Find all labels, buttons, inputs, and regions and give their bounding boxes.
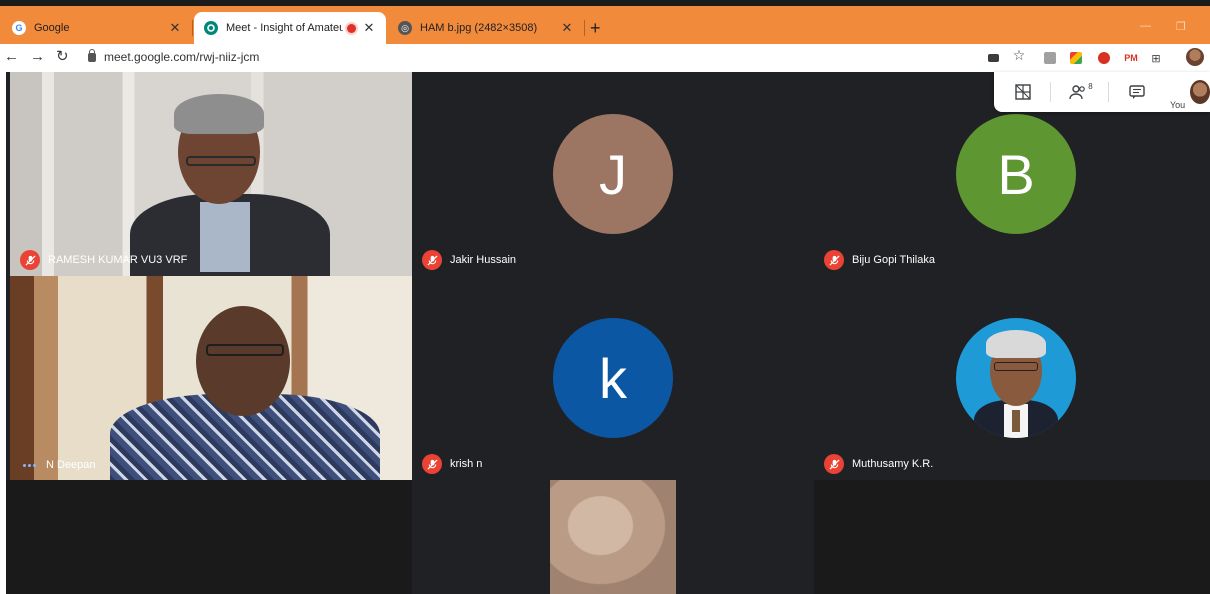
tab-separator <box>584 20 585 36</box>
participant-tile-muthusamy[interactable]: Muthusamy K.R. <box>814 276 1210 480</box>
mic-off-icon <box>824 454 844 474</box>
layout-grid-icon[interactable] <box>1012 82 1034 102</box>
tie <box>1012 410 1020 432</box>
person-hair <box>174 94 264 134</box>
participant-label: N Deepan <box>20 456 96 474</box>
participant-tile-ramesh[interactable]: RAMESH KUMAR VU3 VRF <box>10 72 412 276</box>
maximize-icon[interactable]: ❐ <box>1176 20 1186 33</box>
participant-tile-empty-right <box>814 480 1210 594</box>
shirt-collar <box>200 202 250 272</box>
address-bar: ← → ↻ meet.google.com/rwj-niiz-jcm ☆ PM … <box>0 44 1210 72</box>
mic-off-icon <box>824 250 844 270</box>
participant-tile-deepan[interactable]: N Deepan <box>10 276 412 480</box>
pm-ext-icon[interactable]: PM <box>1122 52 1140 64</box>
control-separator <box>1108 82 1109 102</box>
participant-label: Jakir Hussain <box>422 250 516 270</box>
globe-icon: ◎ <box>398 21 412 35</box>
tab-close-icon[interactable]: ✕ <box>362 20 376 36</box>
avatar: J <box>553 114 673 234</box>
glasses <box>994 362 1038 371</box>
new-tab-button[interactable]: + <box>590 19 601 37</box>
avatar: k <box>553 318 673 438</box>
tab-separator <box>192 20 193 36</box>
tab-close-icon[interactable]: ✕ <box>560 20 574 36</box>
participant-label: RAMESH KUMAR VU3 VRF <box>20 250 187 270</box>
tab-meet[interactable]: Meet - Insight of Amateur Ra ✕ <box>194 12 386 44</box>
tab-bar: G Google ✕ Meet - Insight of Amateur Ra … <box>0 6 1210 44</box>
participant-label: Muthusamy K.R. <box>824 454 933 474</box>
tab-title: HAM b.jpg (2482×3508) <box>420 22 538 34</box>
person-head <box>196 306 290 416</box>
participant-tile-jakir[interactable]: J Jakir Hussain <box>412 72 814 276</box>
minimize-icon[interactable]: — <box>1140 20 1151 32</box>
participant-video <box>550 480 676 594</box>
forward-icon[interactable]: → <box>30 49 45 65</box>
mic-off-icon <box>422 454 442 474</box>
participant-name: Biju Gopi Thilaka <box>852 254 935 266</box>
lock-icon <box>88 48 96 62</box>
people-icon <box>1069 85 1086 100</box>
tab-ham-image[interactable]: ◎ HAM b.jpg (2482×3508) ✕ <box>388 12 584 44</box>
self-avatar[interactable] <box>1190 80 1210 104</box>
recording-icon <box>347 23 356 33</box>
tab-title: Meet - Insight of Amateur Ra <box>226 22 343 34</box>
chat-icon[interactable] <box>1126 82 1148 102</box>
mic-off-icon <box>20 250 40 270</box>
pdf-icon[interactable] <box>1044 52 1056 64</box>
avatar: B <box>956 114 1076 234</box>
tab-title: Google <box>34 22 70 34</box>
people-button[interactable]: 8 <box>1066 82 1096 102</box>
tab-google[interactable]: G Google ✕ <box>2 12 192 44</box>
url-field[interactable]: meet.google.com/rwj-niiz-jcm <box>88 48 260 64</box>
tab-close-icon[interactable]: ✕ <box>168 20 182 36</box>
person-hair <box>986 330 1046 358</box>
mic-off-icon <box>422 250 442 270</box>
participant-label: Biju Gopi Thilaka <box>824 250 935 270</box>
url-text: meet.google.com/rwj-niiz-jcm <box>104 50 260 64</box>
participant-tile-krish[interactable]: k krish n <box>412 276 814 480</box>
grid-ext-icon[interactable]: ⊞ <box>1150 52 1162 65</box>
reload-icon[interactable]: ↻ <box>56 49 69 65</box>
back-icon[interactable]: ← <box>4 49 19 65</box>
participant-name: Muthusamy K.R. <box>852 458 934 470</box>
colorful-ext-icon[interactable] <box>1070 52 1082 64</box>
participant-tile-partial[interactable] <box>412 480 814 594</box>
speaking-indicator-icon <box>20 456 38 474</box>
participant-name: krish n <box>450 458 483 470</box>
participant-name: Jakir Hussain <box>450 254 517 266</box>
meet-grid: RAMESH KUMAR VU3 VRF J Jakir Hussain B B… <box>6 72 1210 594</box>
camera-icon[interactable] <box>988 54 999 62</box>
you-label: You <box>1170 100 1186 110</box>
participant-name: N Deepan <box>46 459 96 471</box>
glasses <box>186 156 256 166</box>
people-count: 8 <box>1088 82 1093 91</box>
avatar-photo <box>956 318 1076 438</box>
shield-ext-icon[interactable] <box>1098 52 1110 64</box>
star-icon[interactable]: ☆ <box>1013 47 1026 63</box>
participant-tile-empty-left <box>6 480 412 594</box>
participant-name: RAMESH KUMAR VU3 VRF <box>48 254 188 266</box>
glasses <box>206 344 284 356</box>
participant-label: krish n <box>422 454 482 474</box>
control-separator <box>1050 82 1051 102</box>
google-icon: G <box>12 21 26 35</box>
meet-icon <box>204 21 218 35</box>
profile-avatar[interactable] <box>1186 48 1204 66</box>
